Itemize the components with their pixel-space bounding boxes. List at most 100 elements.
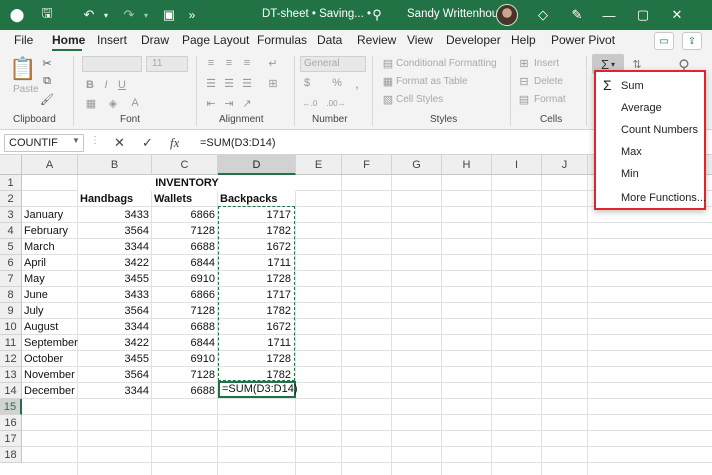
delete-cells-icon[interactable]: ⊟ <box>518 75 530 88</box>
menu-item-sum[interactable]: Sum <box>621 80 644 92</box>
active-cell-d15[interactable]: =SUM(D3:D14) <box>218 381 298 398</box>
align-right-icon[interactable]: ☰ <box>240 76 254 90</box>
diamond-icon[interactable]: ◇ <box>532 0 554 30</box>
tab-page-layout[interactable]: Page Layout <box>182 33 249 47</box>
menu-item-more-functions[interactable]: More Functions... <box>621 192 706 204</box>
undo-icon[interactable]: ↶ <box>78 0 100 30</box>
align-left-icon[interactable]: ☰ <box>204 76 218 90</box>
row-header[interactable]: 18 <box>0 447 22 463</box>
cell-wallets[interactable]: 6844 <box>152 335 217 351</box>
tab-view[interactable]: View <box>407 33 433 47</box>
increase-decimal-icon[interactable]: ←.0 <box>300 96 320 110</box>
cell-wallets[interactable]: 6866 <box>152 287 217 303</box>
cell-month[interactable]: April <box>24 255 76 271</box>
cell-wallets[interactable]: 7128 <box>152 303 217 319</box>
format-as-table-icon[interactable]: ▦ <box>382 75 394 88</box>
row-header[interactable]: 17 <box>0 431 22 447</box>
comma-icon[interactable]: , <box>350 75 364 91</box>
cell-backpacks[interactable]: 1728 <box>218 351 293 367</box>
cell-month[interactable]: July <box>24 303 76 319</box>
tab-home[interactable]: Home <box>52 33 85 47</box>
conditional-formatting-icon[interactable]: ▤ <box>382 57 394 70</box>
sheet-title[interactable]: INVENTORY <box>78 175 296 191</box>
tab-formulas[interactable]: Formulas <box>257 33 307 47</box>
fill-color-icon[interactable]: ◈ <box>106 96 120 110</box>
cell-wallets[interactable]: 7128 <box>152 367 217 383</box>
column-header-j[interactable]: J <box>542 155 588 175</box>
font-name-box[interactable] <box>82 56 142 72</box>
enter-icon[interactable]: ✓ <box>142 135 153 151</box>
bold-icon[interactable]: B <box>84 78 96 92</box>
cell-styles-button[interactable]: Cell Styles <box>396 94 443 105</box>
insert-function-icon[interactable]: fx <box>170 135 179 151</box>
row-header[interactable]: 7 <box>0 271 22 287</box>
cancel-icon[interactable]: ✕ <box>114 135 125 151</box>
name-box-dropdown-icon[interactable]: ▼ <box>72 136 80 145</box>
cell-backpacks[interactable]: 1672 <box>218 319 293 335</box>
cell-handbags[interactable]: 3422 <box>78 255 151 271</box>
cell-month[interactable]: January <box>24 207 76 223</box>
align-bottom-icon[interactable]: ≡ <box>240 56 254 70</box>
align-top-icon[interactable]: ≡ <box>204 56 218 70</box>
user-name[interactable]: Sandy Writtenhouse <box>407 8 510 20</box>
cell-handbags[interactable]: 3433 <box>78 207 151 223</box>
cell-wallets[interactable]: 6688 <box>152 383 217 399</box>
delete-cells-button[interactable]: Delete <box>534 76 563 87</box>
menu-item-min[interactable]: Min <box>621 168 639 180</box>
format-cells-icon[interactable]: ▤ <box>518 93 530 106</box>
tab-help[interactable]: Help <box>511 33 536 47</box>
cell-wallets[interactable]: 6910 <box>152 271 217 287</box>
cell-styles-icon[interactable]: ▧ <box>382 93 394 106</box>
percent-icon[interactable]: % <box>330 76 344 90</box>
cell-backpacks[interactable]: 1717 <box>218 287 293 303</box>
column-header-g[interactable]: G <box>392 155 442 175</box>
cell-month[interactable]: February <box>24 223 76 239</box>
copy-icon[interactable]: ⧉ <box>40 74 54 88</box>
share-icon[interactable]: ⇪ <box>682 32 702 50</box>
cut-icon[interactable]: ✂ <box>40 56 54 70</box>
cell-handbags[interactable]: 3344 <box>78 239 151 255</box>
align-middle-icon[interactable]: ≡ <box>222 56 236 70</box>
cell-backpacks[interactable]: 1782 <box>218 303 293 319</box>
row-header[interactable]: 12 <box>0 351 22 367</box>
row-header[interactable]: 3 <box>0 207 22 223</box>
cell-handbags[interactable]: 3564 <box>78 367 151 383</box>
cell-month[interactable]: March <box>24 239 76 255</box>
close-icon[interactable]: ✕ <box>666 0 688 30</box>
column-header-h[interactable]: H <box>442 155 492 175</box>
row-header[interactable]: 2 <box>0 191 22 207</box>
row-header[interactable]: 10 <box>0 319 22 335</box>
comments-icon[interactable]: ▭ <box>654 32 674 50</box>
row-header[interactable]: 1 <box>0 175 22 191</box>
cell-backpacks[interactable]: 1717 <box>218 207 293 223</box>
format-as-table-button[interactable]: Format as Table <box>396 76 468 87</box>
row-header[interactable]: 16 <box>0 415 22 431</box>
cell-month[interactable]: December <box>24 383 76 399</box>
cell-backpacks[interactable]: 1782 <box>218 223 293 239</box>
header-handbags[interactable]: Handbags <box>80 191 150 207</box>
tab-draw[interactable]: Draw <box>141 33 169 47</box>
qa-item-icon[interactable]: ▣ <box>158 0 180 30</box>
insert-cells-button[interactable]: Insert <box>534 58 559 69</box>
cell-month[interactable]: November <box>24 367 76 383</box>
autosave-icon[interactable]: ⬤ <box>6 0 28 30</box>
align-center-icon[interactable]: ☰ <box>222 76 236 90</box>
accounting-icon[interactable]: $ <box>300 76 314 90</box>
tab-power-pivot[interactable]: Power Pivot <box>551 33 615 47</box>
cell-handbags[interactable]: 3564 <box>78 303 151 319</box>
header-backpacks[interactable]: Backpacks <box>220 191 294 207</box>
search-icon[interactable]: ⚲ <box>366 0 388 30</box>
select-all-corner[interactable] <box>0 155 22 175</box>
menu-item-max[interactable]: Max <box>621 146 642 158</box>
row-header[interactable]: 14 <box>0 383 22 399</box>
row-header[interactable]: 6 <box>0 255 22 271</box>
tab-file[interactable]: File <box>14 33 33 47</box>
column-header-c[interactable]: C <box>152 155 218 175</box>
decrease-indent-icon[interactable]: ⇤ <box>204 96 218 110</box>
borders-icon[interactable]: ▦ <box>84 96 98 110</box>
cell-handbags[interactable]: 3433 <box>78 287 151 303</box>
column-header-i[interactable]: I <box>492 155 542 175</box>
merge-icon[interactable]: ⊞ <box>266 76 280 90</box>
cell-month[interactable]: September <box>24 335 78 351</box>
cell-backpacks[interactable]: 1728 <box>218 271 293 287</box>
